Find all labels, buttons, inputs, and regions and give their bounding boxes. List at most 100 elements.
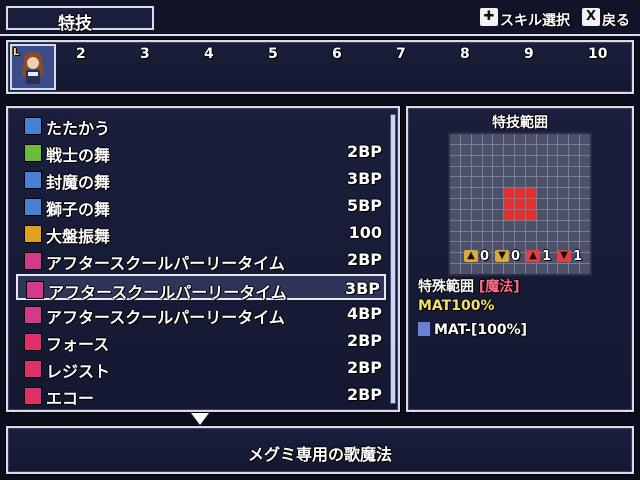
- range-cell: [450, 177, 460, 188]
- range-cell: [580, 134, 590, 144]
- range-cell: [536, 209, 547, 220]
- skill-row[interactable]: アフタースクールパーリータイム 2BP: [16, 247, 386, 273]
- skill-cost: 2BP: [346, 142, 382, 161]
- range-cell: [580, 264, 590, 274]
- dpad-icon[interactable]: ✚: [480, 8, 498, 26]
- skill-cost: 2BP: [346, 331, 382, 350]
- range-cell: [460, 199, 471, 209]
- range-cell: [471, 209, 482, 220]
- cursor-arrow-icon: [191, 413, 209, 425]
- skill-row[interactable]: フォース 2BP: [16, 328, 386, 354]
- range-cell: [493, 199, 504, 209]
- range-cell: [580, 166, 590, 177]
- range-cell: [482, 166, 493, 177]
- scrollbar[interactable]: [390, 114, 396, 404]
- range-cell: [536, 144, 547, 155]
- skill-row[interactable]: レジスト 2BP: [16, 355, 386, 381]
- party-slot-5[interactable]: 5: [268, 46, 278, 62]
- range-cell: [515, 220, 525, 231]
- range-cell: [525, 209, 536, 220]
- range-cell: [450, 144, 460, 155]
- range-cell: [558, 155, 569, 166]
- party-slot-10[interactable]: 10: [588, 46, 607, 62]
- range-cell: [504, 134, 515, 144]
- description-box: メグミ専用の歌魔法: [6, 426, 634, 474]
- skill-row-selected[interactable]: アフタースクールパーリータイム 3BP: [16, 274, 386, 302]
- range-cell: [493, 220, 504, 231]
- skill-row[interactable]: エコー 2BP: [16, 382, 386, 408]
- range-cell: [504, 264, 515, 274]
- party-bar: L 2 3 4 5 6 7 8 9 10: [6, 40, 634, 94]
- range-cell: [482, 177, 493, 188]
- special-range-label: 特殊範囲: [418, 279, 474, 295]
- range-cell: [482, 155, 493, 166]
- vo-icon: [24, 333, 42, 351]
- range-cell: [525, 177, 536, 188]
- party-slot-3[interactable]: 3: [140, 46, 150, 62]
- range-cell: [471, 231, 482, 242]
- party-slot-9[interactable]: 9: [524, 46, 534, 62]
- skill-row[interactable]: 封魔の舞 3BP: [16, 166, 386, 192]
- range-cell: [580, 209, 590, 220]
- range-cell: [482, 144, 493, 155]
- range-cell: [558, 231, 569, 242]
- range-cell: [493, 188, 504, 199]
- range-cell: [569, 209, 580, 220]
- range-cell: [515, 134, 525, 144]
- skill-name: エコー: [46, 389, 95, 408]
- range-cell: [450, 209, 460, 220]
- up-arrow-icon: ▲: [464, 250, 478, 262]
- range-cell: [547, 144, 558, 155]
- x-key-icon[interactable]: X: [582, 8, 600, 26]
- range-cell: [460, 231, 471, 242]
- range-cell: [482, 199, 493, 209]
- skill-row[interactable]: たたかう: [16, 112, 386, 138]
- character-portrait[interactable]: L: [10, 44, 56, 90]
- range-cell: [569, 264, 580, 274]
- plus-icon: [24, 144, 42, 162]
- debuff-icon: [418, 322, 430, 336]
- range-cell: [580, 199, 590, 209]
- skill-name: たたかう: [46, 119, 111, 138]
- range-cell: [493, 209, 504, 220]
- range-cell: [547, 199, 558, 209]
- range-cell: [558, 177, 569, 188]
- range-cell: [450, 264, 460, 274]
- party-slot-2[interactable]: 2: [76, 46, 86, 62]
- range-cell: [580, 155, 590, 166]
- skill-row[interactable]: 戦士の舞 2BP: [16, 139, 386, 165]
- range-cell: [504, 188, 515, 199]
- range-cell: [580, 188, 590, 199]
- skill-name: アフタースクールパーリータイム: [46, 308, 285, 327]
- party-slot-6[interactable]: 6: [332, 46, 342, 62]
- range-cell: [580, 177, 590, 188]
- skill-name: 大盤振舞: [46, 227, 111, 246]
- party-slot-7[interactable]: 7: [396, 46, 406, 62]
- top-bar: 特技 ✚ スキル選択 X 戻る: [0, 0, 640, 36]
- range-cell: [493, 134, 504, 144]
- range-cell: [482, 264, 493, 274]
- range-cell: [460, 264, 471, 274]
- seal-icon: [24, 171, 42, 189]
- range-cell: [536, 220, 547, 231]
- skill-row[interactable]: 大盤振舞 100: [16, 220, 386, 246]
- range-cell: [504, 177, 515, 188]
- range-panel: 特技範囲 ▲ 0 ▼ 0 ▲ 1 ▼ 1 特殊範囲 [魔法] MAT100% MAT-[…: [406, 106, 634, 412]
- special-range: 特殊範囲 [魔法]: [418, 276, 520, 296]
- range-cell: [504, 166, 515, 177]
- party-slot-8[interactable]: 8: [460, 46, 470, 62]
- range-cell: [450, 253, 460, 264]
- range-cell: [460, 209, 471, 220]
- range-cell: [515, 188, 525, 199]
- party-slot-4[interactable]: 4: [204, 46, 214, 62]
- range-cell: [515, 264, 525, 274]
- leader-badge: L: [13, 47, 20, 58]
- direction-item: ▲ 0: [464, 248, 489, 264]
- skill-select-hint: スキル選択: [500, 13, 570, 29]
- range-cell: [558, 199, 569, 209]
- range-cell: [450, 220, 460, 231]
- skill-row[interactable]: アフタースクールパーリータイム 4BP: [16, 301, 386, 327]
- skill-row[interactable]: 獅子の舞 5BP: [16, 193, 386, 219]
- range-cell: [558, 166, 569, 177]
- direction-values: ▲ 0 ▼ 0 ▲ 1 ▼ 1: [464, 248, 582, 264]
